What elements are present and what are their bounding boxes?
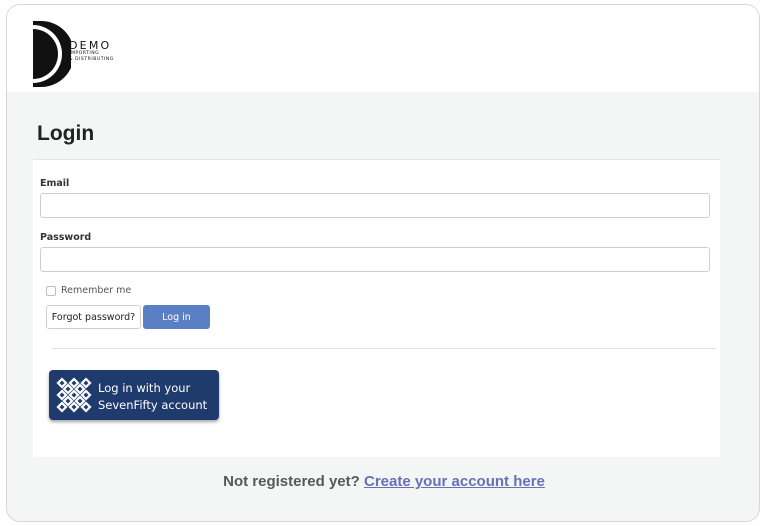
sevenfifty-login-line1: Log in with your xyxy=(98,381,191,395)
sevenfifty-login-button[interactable]: Log in with your SevenFifty account xyxy=(49,370,219,420)
password-field[interactable] xyxy=(40,247,710,272)
not-registered-text: Not registered yet? xyxy=(223,473,360,490)
registration-prompt: Not registered yet? Create your account … xyxy=(0,473,768,490)
brand-d-icon xyxy=(33,21,71,87)
remember-me-label[interactable]: Remember me xyxy=(61,285,131,296)
password-label: Password xyxy=(40,232,92,243)
email-field[interactable] xyxy=(40,193,710,218)
page-title: Login xyxy=(37,122,95,145)
login-button[interactable]: Log in xyxy=(143,305,210,329)
brand-logo[interactable]: DEMO IMPORTING & DISTRIBUTING xyxy=(31,21,131,87)
email-label: Email xyxy=(40,178,70,189)
brand-wordmark: DEMO IMPORTING & DISTRIBUTING xyxy=(69,40,114,62)
forgot-password-button[interactable]: Forgot password? xyxy=(46,305,141,329)
divider xyxy=(52,348,716,349)
brand-tagline-2: & DISTRIBUTING xyxy=(69,56,114,62)
sevenfifty-logo-icon xyxy=(56,377,92,413)
create-account-link[interactable]: Create your account here xyxy=(364,473,545,490)
site-header: DEMO IMPORTING & DISTRIBUTING xyxy=(7,5,759,92)
sevenfifty-login-line2: SevenFifty account xyxy=(98,398,208,412)
brand-tagline-1: IMPORTING xyxy=(69,51,100,56)
remember-me-checkbox[interactable] xyxy=(46,286,56,296)
brand-name: DEMO xyxy=(69,39,112,52)
sevenfifty-login-label: Log in with your SevenFifty account xyxy=(98,380,207,414)
